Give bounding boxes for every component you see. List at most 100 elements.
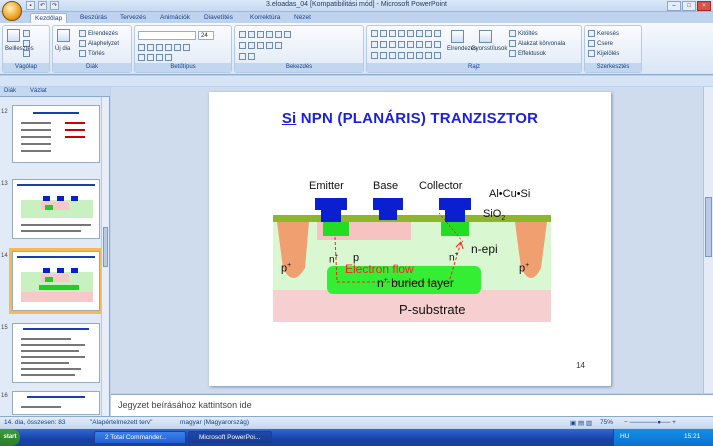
group-label: Vágólap [3, 63, 49, 72]
shape-outline-icon [509, 40, 516, 47]
slide-number: 13 [1, 181, 8, 187]
tab-insert[interactable]: Beszúrás [76, 13, 111, 23]
close-button[interactable]: × [697, 1, 711, 11]
replace-button[interactable]: Csere [588, 40, 613, 47]
maximize-button[interactable]: □ [682, 1, 696, 11]
paste-label[interactable]: Beillesztés [5, 46, 34, 52]
group-slides: Új dia Elrendezés Alaphelyzet Törlés Diá… [52, 25, 132, 73]
quick-access-toolbar: ▪ ↶ ↷ [26, 1, 59, 10]
new-slide-icon[interactable] [57, 29, 70, 42]
n-epi-label: n-epi [471, 242, 498, 256]
slide-thumbnail[interactable] [12, 391, 100, 415]
shape-outline-button[interactable]: Alakzat körvonala [509, 40, 565, 47]
buried-layer-label: n+ buried layer [377, 276, 454, 290]
font-name-combo[interactable] [138, 31, 196, 40]
shapes-gallery-row3[interactable] [371, 52, 443, 59]
slide-thumbnail-selected[interactable] [9, 248, 103, 314]
tab-outline[interactable]: Vázlat [30, 88, 47, 94]
zoom-level[interactable]: 75% [600, 419, 613, 426]
sio2-label: SiO2 [483, 208, 506, 223]
slide-number: 14 [1, 253, 8, 259]
window-title: 3.eloadas_04 [Kompatibilitási mód] - Mic… [266, 1, 447, 8]
tab-review[interactable]: Korrektúra [246, 13, 284, 23]
editor-scrollbar[interactable] [703, 87, 713, 393]
taskbar: start 2 Total Commander... Microsoft Pow… [0, 429, 713, 446]
tab-design[interactable]: Tervezés [116, 13, 150, 23]
status-bar: 14. dia, összesen: 83 "Alapértelmezett t… [0, 416, 713, 428]
secondary-toolbar [0, 76, 713, 86]
new-slide-button[interactable]: Új dia [55, 46, 70, 52]
zoom-slider[interactable]: − ──────●── + [624, 419, 676, 426]
paste-icon[interactable] [7, 29, 20, 42]
reset-button[interactable]: Alaphelyzet [79, 40, 119, 47]
sio2-layer [273, 215, 551, 222]
select-button[interactable]: Kijelölés [588, 50, 619, 57]
font-size-combo[interactable]: 24 [198, 31, 214, 40]
shape-effects-button[interactable]: Effektusok [509, 50, 546, 57]
notes-placeholder: Jegyzet beírásához kattintson ide [118, 400, 252, 410]
group-label: Bekezdés [235, 63, 363, 72]
tab-animations[interactable]: Animációk [156, 13, 194, 23]
undo-icon[interactable]: ↶ [38, 1, 47, 10]
shapes-gallery[interactable] [371, 30, 443, 37]
group-clipboard: Beillesztés Vágólap [2, 25, 50, 73]
group-font: 24 Betűtípus [134, 25, 232, 73]
tab-slideshow[interactable]: Diavetítés [200, 13, 237, 23]
quick-styles-icon[interactable] [479, 30, 492, 43]
tab-slides[interactable]: Diák [4, 88, 16, 94]
quick-styles-button[interactable]: Gyorsstílusok [471, 46, 507, 52]
layout-icon [79, 30, 86, 37]
columns-icon[interactable] [239, 53, 257, 60]
slide-thumbnail[interactable] [12, 105, 100, 163]
bold-icon[interactable] [138, 44, 192, 51]
shapes-gallery-row2[interactable] [371, 41, 443, 48]
view-buttons[interactable]: ▣ ▤ ▥ [570, 419, 592, 427]
arrange-icon[interactable] [451, 30, 464, 43]
slide-number: 16 [1, 393, 8, 399]
p-plus-right-label: p+ [519, 262, 530, 275]
notes-pane[interactable]: Jegyzet beírásához kattintson ide [111, 394, 713, 416]
slides-pane-scrollbar[interactable] [101, 97, 108, 416]
metal-label: Al•Cu•Si [489, 188, 531, 200]
group-label: Szerkesztés [585, 63, 641, 72]
office-button[interactable] [2, 1, 22, 21]
slide-thumbnail[interactable] [12, 179, 100, 239]
group-label: Rajz [367, 63, 581, 72]
tab-view[interactable]: Nézet [290, 13, 315, 23]
language-indicator[interactable]: HU [620, 433, 629, 440]
cut-icon[interactable] [23, 30, 32, 37]
bullets-icon[interactable] [239, 31, 293, 38]
clock: 15:21 [684, 433, 701, 440]
find-button[interactable]: Keresés [588, 30, 619, 37]
n-plus-emitter [323, 222, 349, 236]
n-plus-emitter-label: n+ [329, 254, 339, 266]
p-substrate-label: P-substrate [399, 302, 466, 317]
pane-tabs: Diák Vázlat [0, 87, 110, 97]
group-paragraph: Bekezdés [234, 25, 364, 73]
group-drawing: Elrendezés Gyorsstílusok Kitöltés Alakza… [366, 25, 582, 73]
collector-label: Collector [419, 180, 463, 192]
align-icon[interactable] [239, 42, 284, 49]
taskbar-item-powerpoint[interactable]: Microsoft PowerPoi... [188, 431, 272, 444]
layout-button[interactable]: Elrendezés [79, 30, 118, 37]
language-indicator[interactable]: magyar (Magyarország) [180, 419, 249, 426]
ribbon: Beillesztés Vágólap Új dia Elrendezés Al… [0, 23, 713, 75]
font-color-icon[interactable] [138, 54, 174, 61]
shape-fill-button[interactable]: Kitöltés [509, 30, 538, 37]
window-title-bar: 3.eloadas_04 [Kompatibilitási mód] - Mic… [0, 0, 713, 12]
shape-fill-icon [509, 30, 516, 37]
slide-canvas[interactable]: Si NPN (PLANÁRIS) TRANZISZTOR Emitter Ba… [209, 92, 611, 386]
taskbar-item-total-commander[interactable]: 2 Total Commander... [94, 431, 186, 444]
start-button[interactable]: start [0, 429, 20, 446]
shape-effects-icon [509, 50, 516, 57]
save-icon[interactable]: ▪ [26, 1, 35, 10]
redo-icon[interactable]: ↷ [50, 1, 59, 10]
minimize-button[interactable]: – [667, 1, 681, 11]
base-label: Base [373, 180, 399, 192]
tab-home[interactable]: Kezdőlap [30, 13, 68, 23]
slide-thumbnail[interactable] [12, 323, 100, 383]
group-label: Diák [53, 63, 131, 72]
find-icon [588, 30, 595, 37]
delete-button[interactable]: Törlés [79, 50, 105, 57]
replace-icon [588, 40, 595, 47]
